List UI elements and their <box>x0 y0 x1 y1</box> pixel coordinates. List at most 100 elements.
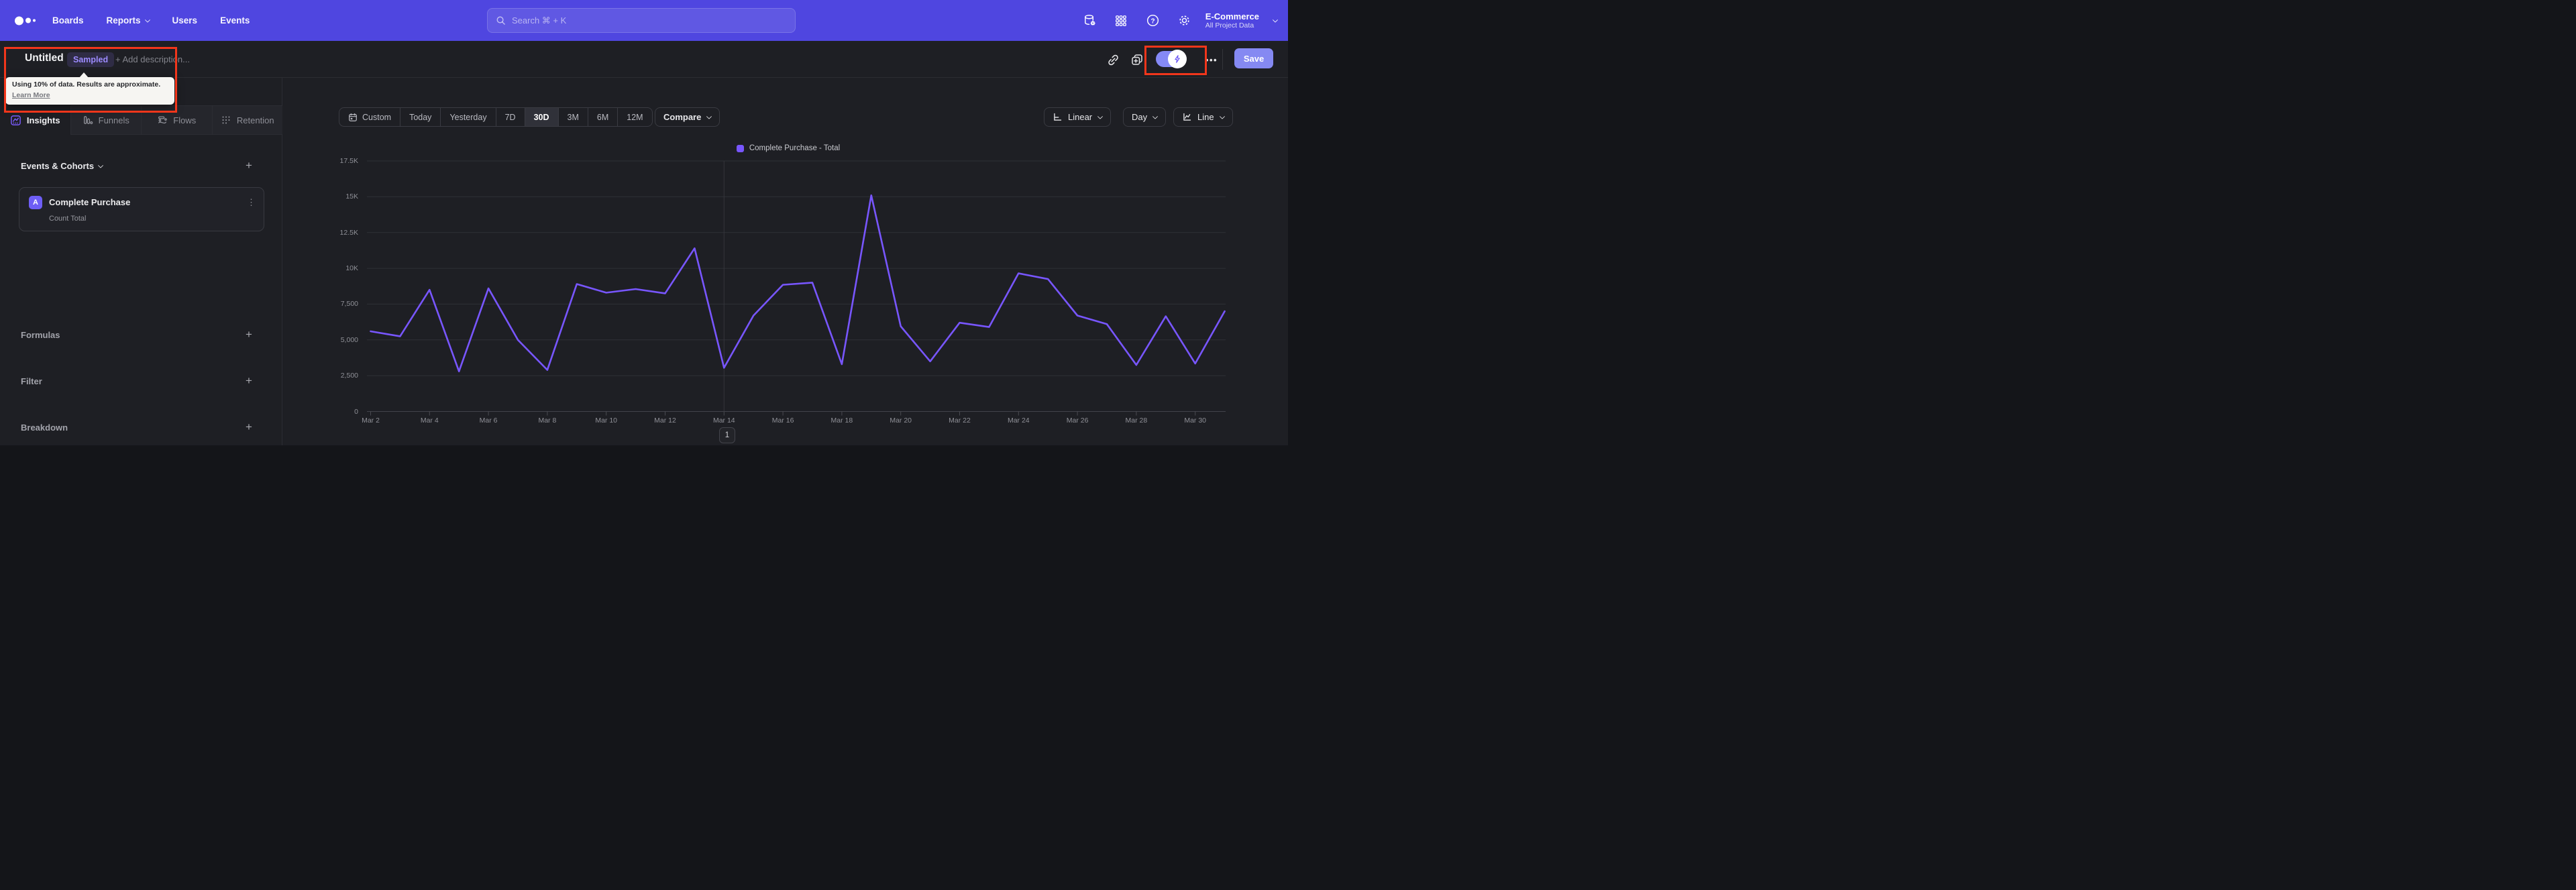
tab-funnels[interactable]: Funnels <box>71 105 142 135</box>
range-3m[interactable]: 3M <box>559 108 588 126</box>
chevron-down-icon <box>1097 113 1103 119</box>
sampling-tooltip: Using 10% of data. Results are approxima… <box>5 77 174 105</box>
navbar-right: ? E-Commerce All Project Data <box>1074 0 1288 41</box>
pagination-page-1[interactable]: 1 <box>719 427 735 443</box>
x-tick-label: Mar 6 <box>468 416 508 425</box>
event-card[interactable]: A Complete Purchase ⋮ Count Total <box>19 187 264 231</box>
project-info: E-Commerce All Project Data <box>1205 11 1259 30</box>
x-tick-label: Mar 30 <box>1175 416 1216 425</box>
project-name: E-Commerce <box>1205 11 1259 21</box>
scale-dropdown[interactable]: Linear <box>1044 107 1111 127</box>
line-chart[interactable] <box>339 154 1238 423</box>
event-kebab-menu[interactable]: ⋮ <box>247 197 256 208</box>
interval-label: Day <box>1132 112 1147 122</box>
chevron-down-icon <box>1152 113 1158 119</box>
add-formula-button[interactable]: + <box>241 327 256 342</box>
mixpanel-insights-app: Boards Reports Users Events Search ⌘ + K… <box>0 0 1288 445</box>
project-selector[interactable]: E-Commerce All Project Data <box>1205 11 1277 30</box>
apps-grid-icon[interactable] <box>1106 0 1137 41</box>
data-management-icon[interactable] <box>1074 0 1106 41</box>
x-tick-label: Mar 10 <box>586 416 627 425</box>
retention-icon <box>221 115 231 125</box>
x-tick-label: Mar 20 <box>881 416 921 425</box>
more-options-button[interactable]: ••• <box>1202 50 1221 69</box>
flows-icon <box>157 115 168 125</box>
x-tick-label: Mar 8 <box>527 416 568 425</box>
nav-reports[interactable]: Reports <box>107 15 150 25</box>
y-tick-label: 5,000 <box>311 336 358 344</box>
tab-insights[interactable]: Insights <box>0 105 71 135</box>
compare-dropdown[interactable]: Compare <box>655 107 720 127</box>
range-label: Custom <box>362 113 391 122</box>
chevron-down-icon <box>98 162 103 168</box>
help-icon[interactable]: ? <box>1137 0 1169 41</box>
range-30d[interactable]: 30D <box>525 108 559 126</box>
y-tick-label: 10K <box>311 264 358 272</box>
main-nav: Boards Reports Users Events <box>52 0 250 41</box>
range-label: 7D <box>505 113 516 122</box>
line-chart-icon <box>1182 112 1192 122</box>
formulas-label: Formulas <box>21 330 60 340</box>
add-to-board-button[interactable] <box>1128 50 1146 69</box>
event-metric[interactable]: Count Total <box>49 215 86 223</box>
range-label: Yesterday <box>449 113 486 122</box>
x-tick-label: Mar 2 <box>351 416 391 425</box>
save-button[interactable]: Save <box>1234 48 1273 68</box>
range-yesterday[interactable]: Yesterday <box>441 108 496 126</box>
compare-label: Compare <box>663 112 701 122</box>
events-cohorts-header[interactable]: Events & Cohorts <box>21 161 103 171</box>
learn-more-link[interactable]: Learn More <box>12 91 50 99</box>
ellipsis-icon: ••• <box>1205 55 1218 65</box>
range-label: 30D <box>534 113 549 122</box>
tab-retention[interactable]: Retention <box>213 105 283 135</box>
x-tick-label: Mar 16 <box>763 416 803 425</box>
search-input[interactable]: Search ⌘ + K <box>487 8 796 33</box>
range-custom[interactable]: Custom <box>339 108 400 126</box>
nav-users[interactable]: Users <box>172 15 198 25</box>
filter-header: Filter <box>21 376 42 386</box>
query-sidebar: Insights Funnels Flows Retention Events … <box>0 78 282 445</box>
add-event-button[interactable]: + <box>241 158 256 173</box>
content-area: Insights Funnels Flows Retention Events … <box>0 78 1288 445</box>
nav-reports-label: Reports <box>107 15 141 25</box>
nav-events[interactable]: Events <box>220 15 250 25</box>
add-breakdown-button[interactable]: + <box>241 420 256 435</box>
sampled-badge[interactable]: Sampled <box>67 52 114 67</box>
y-tick-label: 17.5K <box>311 157 358 165</box>
interval-dropdown[interactable]: Day <box>1123 107 1166 127</box>
chart-type-dropdown[interactable]: Line <box>1173 107 1233 127</box>
search-icon <box>496 15 506 25</box>
chart-legend[interactable]: Complete Purchase - Total <box>339 144 1238 152</box>
copy-link-button[interactable] <box>1104 50 1122 69</box>
event-letter-badge: A <box>29 196 42 209</box>
settings-gear-icon[interactable] <box>1169 0 1200 41</box>
chevron-down-icon <box>1273 17 1278 22</box>
range-6m[interactable]: 6M <box>588 108 618 126</box>
tab-retention-label: Retention <box>237 115 274 125</box>
report-title[interactable]: Untitled <box>25 52 64 64</box>
report-header-bar: Untitled Sampled + Add description... <box>0 41 1288 78</box>
add-to-board-icon <box>1130 53 1144 66</box>
add-filter-button[interactable]: + <box>241 374 256 388</box>
tab-flows[interactable]: Flows <box>142 105 213 135</box>
x-tick-label: Mar 4 <box>409 416 449 425</box>
link-icon <box>1107 54 1120 66</box>
nav-boards[interactable]: Boards <box>52 15 84 25</box>
add-description-field[interactable]: + Add description... <box>115 54 190 64</box>
mixpanel-logo-icon[interactable] <box>15 16 36 25</box>
chevron-down-icon <box>1219 113 1224 119</box>
lightning-bolt-icon <box>1173 54 1182 64</box>
x-tick-label: Mar 24 <box>998 416 1038 425</box>
toggle-knob <box>1168 50 1187 68</box>
nav-boards-label: Boards <box>52 15 84 25</box>
sampling-toggle[interactable] <box>1156 51 1185 67</box>
range-12m[interactable]: 12M <box>618 108 651 126</box>
range-7d[interactable]: 7D <box>496 108 525 126</box>
x-tick-label: Mar 26 <box>1057 416 1097 425</box>
chevron-down-icon <box>706 113 712 119</box>
x-tick-label: Mar 28 <box>1116 416 1157 425</box>
range-label: Today <box>409 113 431 122</box>
range-today[interactable]: Today <box>400 108 441 126</box>
date-range-control: Custom Today Yesterday 7D 30D 3M6M12M <box>339 107 653 127</box>
top-navbar: Boards Reports Users Events Search ⌘ + K… <box>0 0 1288 41</box>
